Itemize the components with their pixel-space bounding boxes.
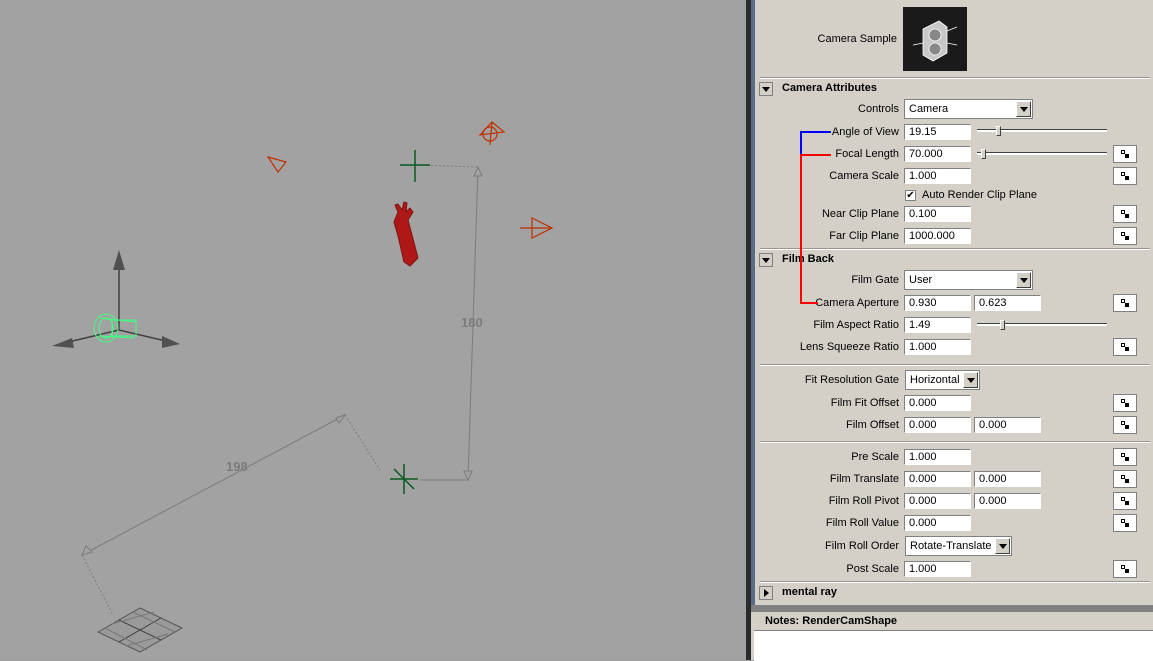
- film-roll-pivot-x-field[interactable]: 0.000: [904, 493, 971, 509]
- notes-title: Notes: RenderCamShape: [765, 615, 898, 627]
- map-button-icon[interactable]: [1113, 470, 1137, 488]
- camera-aperture-x-field[interactable]: 0.930: [904, 295, 971, 311]
- fit-resolution-dropdown[interactable]: Horizontal: [905, 370, 980, 390]
- film-roll-pivot-y-field[interactable]: 0.000: [974, 493, 1041, 509]
- angle-of-view-field[interactable]: 19.15: [904, 124, 971, 140]
- collapse-arrow-icon[interactable]: [759, 253, 773, 267]
- locator-top: [400, 150, 430, 182]
- film-aspect-slider-thumb[interactable]: [999, 320, 1005, 330]
- angle-of-view-slider-thumb[interactable]: [995, 126, 1001, 136]
- pre-scale-label: Pre Scale: [851, 451, 899, 463]
- dimension-label-180: 180: [461, 315, 483, 330]
- map-button-icon[interactable]: [1113, 205, 1137, 223]
- film-roll-value-label: Film Roll Value: [825, 517, 899, 529]
- film-offset-x-field[interactable]: 0.000: [904, 417, 971, 433]
- angle-of-view-label: Angle of View: [831, 126, 899, 138]
- film-roll-pivot-label: Film Roll Pivot: [828, 495, 899, 507]
- auto-render-checkbox[interactable]: ✔: [905, 190, 916, 201]
- section-film-back[interactable]: Film Back: [757, 251, 1153, 270]
- grid-plane: [96, 607, 184, 653]
- film-aspect-label: Film Aspect Ratio: [813, 319, 899, 331]
- map-button-icon[interactable]: [1113, 227, 1137, 245]
- far-clip-label: Far Clip Plane: [829, 230, 899, 242]
- film-aspect-slider-track[interactable]: [977, 323, 1107, 326]
- fit-resolution-label: Fit Resolution Gate: [804, 374, 899, 386]
- film-offset-y-field[interactable]: 0.000: [974, 417, 1041, 433]
- collapse-arrow-icon[interactable]: [759, 82, 773, 96]
- map-button-icon[interactable]: [1113, 492, 1137, 510]
- map-button-icon[interactable]: [1113, 145, 1137, 163]
- film-gate-value: User: [909, 274, 933, 286]
- fit-resolution-value: Horizontal: [910, 374, 960, 386]
- controls-dropdown[interactable]: Camera: [904, 99, 1033, 119]
- camera-aperture-label: Camera Aperture: [815, 297, 899, 309]
- viewport-3d[interactable]: 180 198: [0, 0, 746, 660]
- post-scale-field[interactable]: 1.000: [904, 561, 971, 577]
- notes-textarea[interactable]: [754, 630, 1153, 661]
- viewport-scene: [52, 121, 554, 653]
- map-button-icon[interactable]: [1113, 167, 1137, 185]
- near-clip-field[interactable]: 0.100: [904, 206, 971, 222]
- map-button-icon[interactable]: [1113, 416, 1137, 434]
- map-button-icon[interactable]: [1113, 294, 1137, 312]
- distance-dotted: [344, 414, 381, 471]
- far-clip-field[interactable]: 1000.000: [904, 228, 971, 244]
- camera-sample-swatch: [903, 7, 967, 71]
- map-button-icon[interactable]: [1113, 514, 1137, 532]
- hand-model: [393, 201, 419, 267]
- film-translate-x-field[interactable]: 0.000: [904, 471, 971, 487]
- locator-bottom: [390, 464, 418, 494]
- pre-scale-field[interactable]: 1.000: [904, 449, 971, 465]
- distance-dotted-2: [81, 554, 114, 616]
- focal-length-slider-thumb[interactable]: [980, 149, 986, 159]
- film-gate-dropdown[interactable]: User: [904, 270, 1033, 290]
- film-fit-offset-field[interactable]: 0.000: [904, 395, 971, 411]
- map-button-icon[interactable]: [1113, 560, 1137, 578]
- section-mental-ray[interactable]: mental ray: [757, 584, 1153, 603]
- map-button-icon[interactable]: [1113, 394, 1137, 412]
- lens-squeeze-label: Lens Squeeze Ratio: [799, 341, 899, 353]
- focal-length-slider-track[interactable]: [977, 152, 1107, 155]
- section-title: Film Back: [782, 253, 834, 265]
- map-button-icon[interactable]: [1113, 448, 1137, 466]
- controls-value: Camera: [909, 103, 949, 115]
- focal-length-field[interactable]: 70.000: [904, 146, 971, 162]
- chevron-down-icon[interactable]: [995, 538, 1010, 554]
- film-translate-y-field[interactable]: 0.000: [974, 471, 1041, 487]
- controls-label: Controls: [858, 103, 899, 115]
- post-scale-label: Post Scale: [846, 563, 899, 575]
- chevron-down-icon[interactable]: [1016, 101, 1031, 117]
- expand-arrow-icon[interactable]: [759, 586, 773, 600]
- dimension-label-198: 198: [226, 459, 248, 474]
- camera-sample-label: Camera Sample: [817, 33, 897, 45]
- camera-scale-field[interactable]: 1.000: [904, 168, 971, 184]
- chevron-down-icon[interactable]: [963, 372, 978, 388]
- map-button-icon[interactable]: [1113, 338, 1137, 356]
- distance-line-198: [81, 414, 346, 556]
- film-aspect-field[interactable]: 1.49: [904, 317, 971, 333]
- film-roll-order-value: Rotate-Translate: [910, 540, 992, 552]
- section-title: Camera Attributes: [782, 82, 877, 94]
- section-camera-attributes[interactable]: Camera Attributes: [757, 80, 1153, 99]
- auto-render-label: Auto Render Clip Plane: [922, 189, 1037, 201]
- film-translate-label: Film Translate: [829, 473, 899, 485]
- camera-icons: [266, 121, 554, 239]
- move-manipulator: [52, 250, 180, 348]
- panel-gap: [751, 605, 1153, 612]
- lens-squeeze-field[interactable]: 1.000: [904, 339, 971, 355]
- film-roll-order-dropdown[interactable]: Rotate-Translate: [905, 536, 1012, 556]
- section-title: mental ray: [782, 586, 838, 598]
- chevron-down-icon[interactable]: [1016, 272, 1031, 288]
- notes-panel: Notes: RenderCamShape: [751, 612, 1153, 661]
- film-roll-order-label: Film Roll Order: [825, 540, 899, 552]
- film-fit-offset-label: Film Fit Offset: [830, 397, 899, 409]
- focal-length-label: Focal Length: [835, 148, 899, 160]
- camera-aperture-y-field[interactable]: 0.623: [974, 295, 1041, 311]
- film-offset-label: Film Offset: [846, 419, 899, 431]
- near-clip-label: Near Clip Plane: [821, 208, 899, 220]
- camera-scale-label: Camera Scale: [829, 170, 899, 182]
- film-roll-value-field[interactable]: 0.000: [904, 515, 971, 531]
- film-gate-label: Film Gate: [851, 274, 899, 286]
